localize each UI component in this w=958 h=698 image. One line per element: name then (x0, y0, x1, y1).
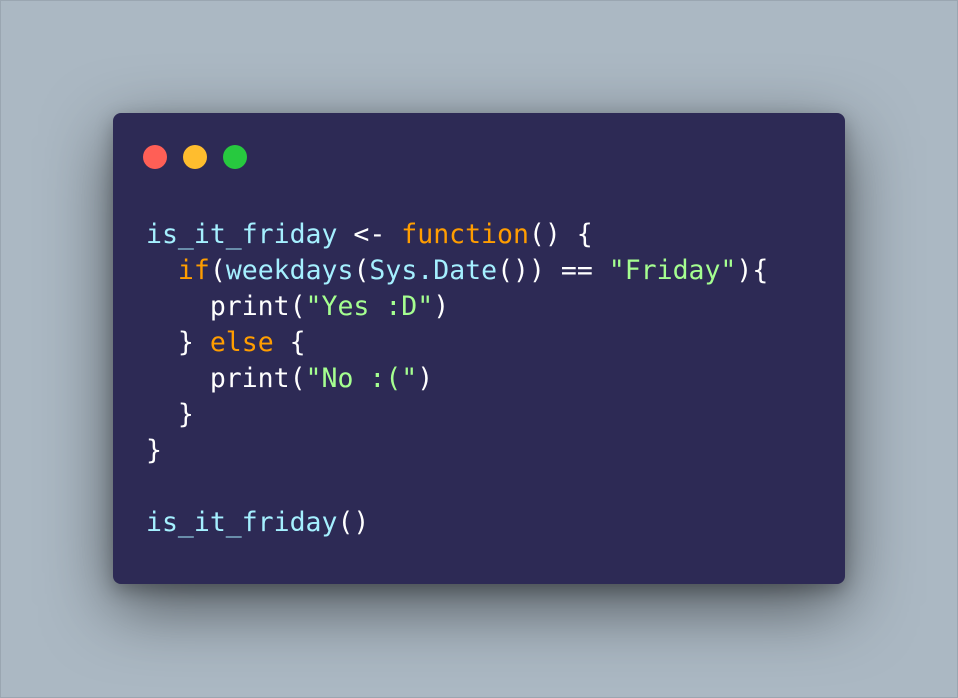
close-dot-icon[interactable] (143, 145, 167, 169)
window-controls (143, 145, 247, 169)
code-token: <- (337, 219, 402, 250)
code-token: else (209, 327, 274, 358)
code-token: is_it_friday (146, 219, 338, 250)
code-token: "Yes :D" (305, 291, 434, 322)
code-token: ){ (736, 255, 769, 286)
code-token: ( (209, 255, 226, 286)
code-line: print("No :(") (146, 361, 768, 397)
code-token: () (337, 507, 370, 538)
code-token: "No :(" (305, 363, 418, 394)
code-token: { (273, 327, 306, 358)
code-line: is_it_friday() (146, 505, 768, 541)
code-line: if(weekdays(Sys.Date()) == "Friday"){ (146, 253, 768, 289)
code-token: ) (433, 291, 450, 322)
code-token: Sys.Date (369, 255, 498, 286)
code-line: print("Yes :D") (146, 289, 768, 325)
code-token: if (177, 255, 210, 286)
minimize-dot-icon[interactable] (183, 145, 207, 169)
code-token: } (146, 435, 162, 466)
code-line: is_it_friday <- function() { (146, 217, 768, 253)
code-token: () { (528, 219, 593, 250)
code-line: } (146, 433, 768, 469)
code-window: is_it_friday <- function() { if(weekdays… (113, 113, 845, 584)
code-token: "Friday" (608, 255, 737, 286)
code-token: is_it_friday (146, 507, 338, 538)
code-block: is_it_friday <- function() { if(weekdays… (146, 217, 768, 541)
maximize-dot-icon[interactable] (223, 145, 247, 169)
code-line: } else { (146, 325, 768, 361)
code-token: } (146, 399, 194, 430)
code-line: } (146, 397, 768, 433)
code-token: ) (417, 363, 434, 394)
code-token: print( (146, 363, 306, 394)
code-token: ()) == (497, 255, 609, 286)
code-token: weekdays (225, 255, 354, 286)
code-token: function (401, 219, 529, 250)
code-token: print( (146, 291, 306, 322)
code-token: ( (353, 255, 370, 286)
code-token: } (146, 327, 210, 358)
